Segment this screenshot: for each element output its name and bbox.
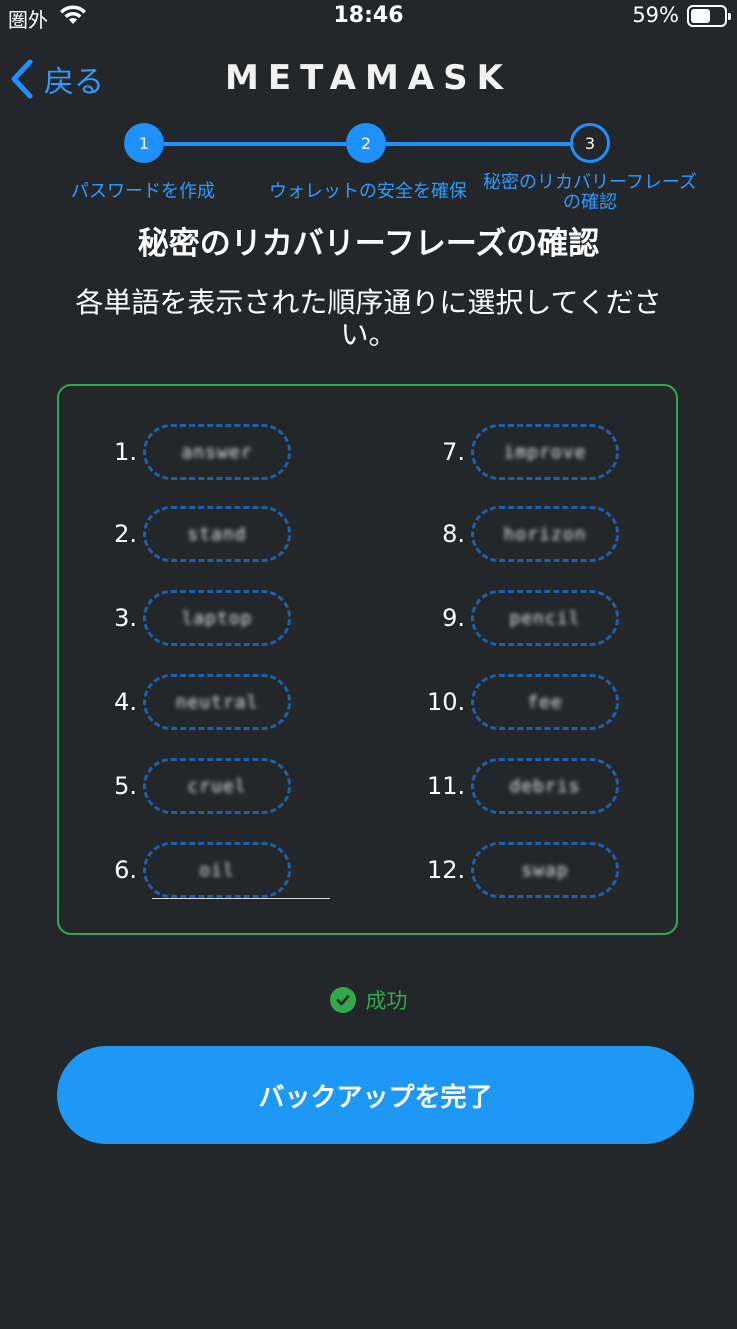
- instruction-text: 各単語を表示された順序通りに選択してください。: [75, 286, 662, 351]
- word-text: stand: [187, 523, 247, 545]
- word-number: 5.: [114, 772, 137, 800]
- word-slot-10: 10. fee: [427, 674, 619, 730]
- word-number: 4.: [114, 688, 137, 716]
- step-1-number: 1: [138, 133, 150, 153]
- word-pill[interactable]: cruel: [143, 758, 291, 814]
- word-pill[interactable]: horizon: [471, 506, 619, 562]
- step-3-circle: 3: [570, 123, 610, 163]
- word-slot-6: 6. oil: [109, 842, 291, 898]
- word-pill[interactable]: oil: [143, 842, 291, 898]
- word-number: 10.: [427, 688, 466, 716]
- step-2-circle: 2: [346, 123, 386, 163]
- step-1-circle: 1: [124, 123, 164, 163]
- complete-backup-button[interactable]: バックアップを完了: [57, 1046, 694, 1144]
- success-label: 成功: [365, 989, 408, 1013]
- word-number: 12.: [427, 856, 466, 884]
- step-2-label: ウォレットの安全を確保: [269, 181, 467, 202]
- word-pill[interactable]: debris: [471, 758, 619, 814]
- complete-backup-label: バックアップを完了: [258, 1081, 493, 1112]
- check-circle-icon: [329, 987, 356, 1013]
- seed-phrase-box: 1. answer 2. stand 3. laptop 4. neutral …: [57, 384, 678, 935]
- word-pill[interactable]: answer: [143, 424, 291, 480]
- word-text: horizon: [503, 523, 587, 545]
- page-title: 秘密のリカバリーフレーズの確認: [137, 226, 600, 262]
- word-number: 1.: [114, 438, 137, 466]
- word-slot-1: 1. answer: [109, 424, 291, 480]
- word-number: 7.: [442, 438, 465, 466]
- word-slot-5: 5. cruel: [109, 758, 291, 814]
- word-text: swap: [521, 859, 569, 881]
- word-pill[interactable]: neutral: [143, 674, 291, 730]
- word-text: cruel: [187, 775, 247, 797]
- word-text: fee: [527, 691, 563, 713]
- word-text: improve: [503, 441, 587, 463]
- word-pill[interactable]: fee: [471, 674, 619, 730]
- step-2-number: 2: [360, 133, 372, 153]
- word-number: 8.: [442, 520, 465, 548]
- word-text: debris: [509, 775, 581, 797]
- step-3-number: 3: [584, 133, 596, 153]
- word-slot-4: 4. neutral: [109, 674, 291, 730]
- word-slot-3: 3. laptop: [109, 590, 291, 646]
- word-text: laptop: [181, 607, 253, 629]
- word-text: pencil: [509, 607, 581, 629]
- word-number: 3.: [114, 604, 137, 632]
- word-number: 9.: [442, 604, 465, 632]
- word-number: 11.: [427, 772, 466, 800]
- clock: 18:46: [333, 3, 404, 28]
- word-text: answer: [181, 441, 253, 463]
- word-pill[interactable]: swap: [471, 842, 619, 898]
- battery-level: [691, 9, 710, 23]
- word-slot-8: 8. horizon: [427, 506, 619, 562]
- drop-indicator: [152, 898, 330, 899]
- word-pill[interactable]: improve: [471, 424, 619, 480]
- word-slot-9: 9. pencil: [427, 590, 619, 646]
- step-connector: [164, 142, 346, 146]
- word-text: neutral: [175, 691, 259, 713]
- app-title: METAMASK: [225, 58, 512, 98]
- success-message: 成功: [0, 985, 737, 1015]
- word-number: 2.: [114, 520, 137, 548]
- battery-icon: [687, 5, 731, 27]
- word-slot-12: 12. swap: [427, 842, 619, 898]
- step-1-label: パスワードを作成: [71, 181, 215, 202]
- word-slot-2: 2. stand: [109, 506, 291, 562]
- word-pill[interactable]: stand: [143, 506, 291, 562]
- step-connector: [386, 142, 572, 146]
- word-pill[interactable]: laptop: [143, 590, 291, 646]
- word-pill[interactable]: pencil: [471, 590, 619, 646]
- word-slot-11: 11. debris: [427, 758, 619, 814]
- status-bar: 圏外 18:46 59%: [0, 0, 737, 34]
- progress-stepper: 1 2 3 パスワードを作成 ウォレットの安全を確保 秘密のリカバリーフレーズの…: [0, 120, 737, 220]
- word-text: oil: [199, 859, 235, 881]
- word-slot-7: 7. improve: [427, 424, 619, 480]
- step-3-label: 秘密のリカバリーフレーズの確認: [482, 172, 698, 213]
- battery-percentage: 59%: [632, 3, 679, 27]
- word-number: 6.: [114, 856, 137, 884]
